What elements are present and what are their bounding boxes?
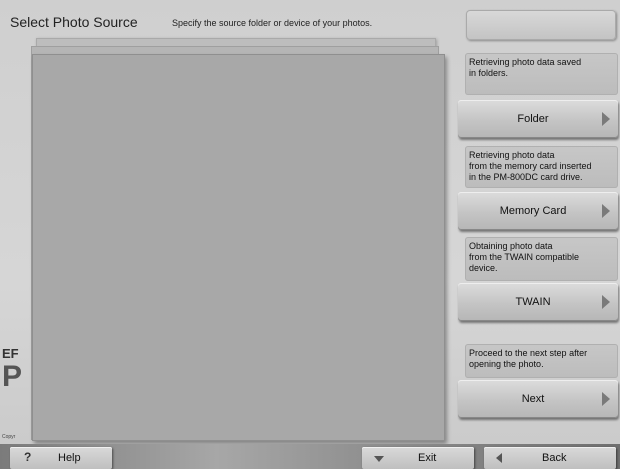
- help-button-label: Help: [58, 452, 81, 464]
- brand-logo-large: P: [2, 360, 23, 393]
- memory-card-button[interactable]: Memory Card: [458, 192, 618, 230]
- twain-description: Obtaining photo data from the TWAIN comp…: [465, 237, 618, 281]
- back-button[interactable]: Back: [484, 447, 616, 469]
- memory-card-button-label: Memory Card: [499, 205, 567, 217]
- twain-button-label: TWAIN: [515, 296, 551, 308]
- page-title: Select Photo Source: [10, 14, 138, 30]
- arrow-right-icon: [602, 392, 610, 406]
- arrow-right-icon: [602, 204, 610, 218]
- arrow-right-icon: [602, 295, 610, 309]
- next-button[interactable]: Next: [458, 380, 618, 418]
- photo-source-window: Select Photo Source Specify the source f…: [0, 0, 620, 469]
- help-icon: ?: [24, 450, 32, 464]
- exit-button[interactable]: Exit: [362, 447, 474, 469]
- copyright-text: Copyr: [2, 434, 16, 440]
- brand-logo-small: EF: [2, 346, 19, 361]
- arrow-right-icon: [602, 112, 610, 126]
- down-triangle-icon: [374, 456, 384, 462]
- folder-button-label: Folder: [517, 113, 549, 125]
- photo-preview-area: [32, 54, 445, 441]
- next-description: Proceed to the next step after opening t…: [465, 344, 618, 378]
- twain-button[interactable]: TWAIN: [458, 283, 618, 321]
- folder-button[interactable]: Folder: [458, 100, 618, 138]
- folder-description: Retrieving photo data saved in folders.: [465, 53, 618, 95]
- help-button[interactable]: ? Help: [10, 447, 112, 469]
- memory-card-description: Retrieving photo data from the memory ca…: [465, 146, 618, 188]
- page-subtitle: Specify the source folder or device of y…: [172, 18, 373, 28]
- top-right-panel: [466, 10, 616, 40]
- back-button-label: Back: [542, 452, 567, 464]
- next-button-label: Next: [521, 393, 545, 405]
- exit-button-label: Exit: [418, 452, 437, 464]
- arrow-left-icon: [496, 453, 502, 463]
